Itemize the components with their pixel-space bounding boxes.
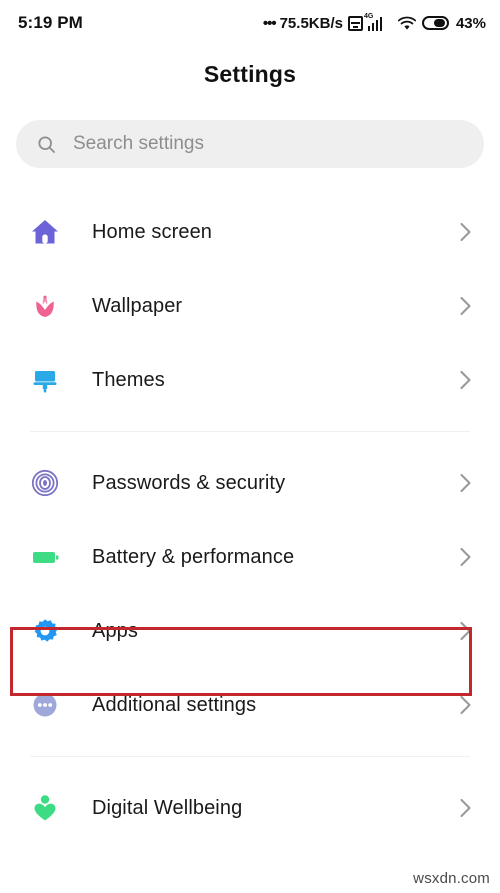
settings-group-personalization: Home screen Wallpaper Themes: [0, 195, 500, 417]
network-speed-label: 75.5KB/s: [279, 14, 343, 32]
settings-row-passwords-security[interactable]: Passwords & security: [0, 446, 500, 520]
overflow-dots-icon: •••: [262, 14, 277, 32]
settings-row-label: Wallpaper: [92, 294, 183, 317]
settings-row-themes[interactable]: Themes: [0, 343, 500, 417]
search-icon: [36, 134, 57, 155]
search-settings-bar[interactable]: Search settings: [16, 120, 484, 168]
chevron-right-icon: [459, 621, 472, 641]
status-icons: ••• 75.5KB/s 4G 43%: [262, 13, 486, 32]
settings-row-label: Additional settings: [92, 693, 257, 716]
wifi-icon: [397, 16, 417, 31]
settings-row-label: Themes: [92, 368, 165, 391]
chevron-right-icon: [459, 370, 472, 390]
status-bar: 5:19 PM ••• 75.5KB/s 4G 43%: [0, 0, 500, 46]
signal-bar-4: [379, 17, 383, 31]
settings-row-label: Digital Wellbeing: [92, 796, 243, 819]
chevron-right-icon: [459, 473, 472, 493]
battery-fill: [434, 19, 446, 27]
battery-green-icon: [28, 540, 62, 574]
settings-row-wallpaper[interactable]: Wallpaper: [0, 269, 500, 343]
network-type-label: 4G: [363, 13, 374, 20]
settings-row-label: Home screen: [92, 220, 213, 243]
paint-roller-icon: [28, 363, 62, 397]
settings-row-apps[interactable]: Apps: [0, 594, 500, 668]
settings-group-wellbeing: Digital Wellbeing: [0, 771, 500, 845]
status-clock: 5:19 PM: [18, 13, 83, 32]
data-square-icon: [347, 15, 363, 31]
person-heart-icon: [28, 791, 62, 825]
settings-row-digital-wellbeing[interactable]: Digital Wellbeing: [0, 771, 500, 845]
battery-percent-label: 43%: [455, 14, 486, 32]
settings-group-system: Passwords & security Battery & performan…: [0, 446, 500, 742]
chevron-right-icon: [459, 695, 472, 715]
group-spacer-top-2: [0, 742, 500, 756]
signal-bar-3: [375, 20, 379, 31]
gear-icon: [28, 614, 62, 648]
watermark: wsxdn.com: [413, 870, 490, 887]
chevron-right-icon: [459, 798, 472, 818]
settings-row-battery-performance[interactable]: Battery & performance: [0, 520, 500, 594]
search-input-placeholder[interactable]: Search settings: [73, 133, 204, 155]
group-spacer-top: [0, 417, 500, 431]
settings-list: Home screen Wallpaper Themes Passwords &…: [0, 195, 500, 845]
settings-row-label: Passwords & security: [92, 471, 286, 494]
three-dots-circle-icon: [28, 688, 62, 722]
settings-row-home-screen[interactable]: Home screen: [0, 195, 500, 269]
fingerprint-icon: [28, 466, 62, 500]
signal-bar-1: [367, 26, 371, 31]
chevron-right-icon: [459, 547, 472, 567]
signal-bar-2: [371, 23, 375, 31]
page-title: Settings: [203, 61, 297, 87]
group-spacer-bottom-2: [0, 757, 500, 771]
settings-row-additional-settings[interactable]: Additional settings: [0, 668, 500, 742]
home-icon: [28, 215, 62, 249]
chevron-right-icon: [459, 222, 472, 242]
settings-row-label: Apps: [92, 619, 138, 642]
signal-bars-icon: 4G: [364, 13, 392, 31]
battery-icon: [421, 16, 449, 30]
settings-row-label: Battery & performance: [92, 545, 295, 568]
tulip-icon: [28, 289, 62, 323]
group-spacer-bottom: [0, 432, 500, 446]
chevron-right-icon: [459, 296, 472, 316]
